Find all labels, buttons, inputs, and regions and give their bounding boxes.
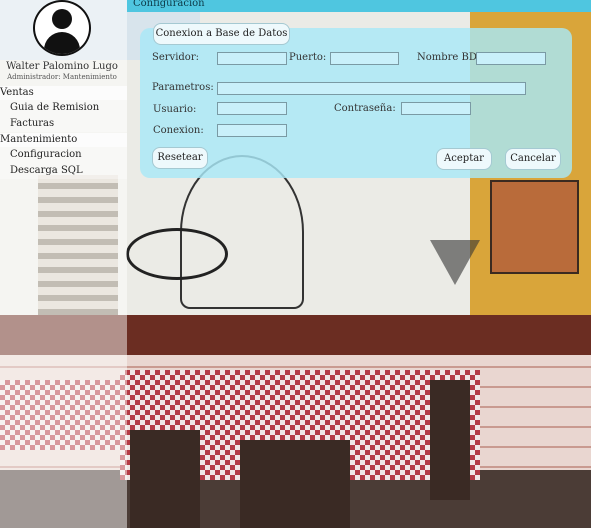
contrasena-label: Contraseña: <box>334 103 396 114</box>
cancel-button[interactable]: Cancelar <box>505 148 561 170</box>
page-title: Configuracion <box>133 0 205 9</box>
pizza-poster <box>490 180 579 274</box>
puerto-label: Puerto: <box>289 52 327 63</box>
nombre-bd-input[interactable] <box>476 52 546 65</box>
servidor-input[interactable] <box>217 52 287 65</box>
parametros-input[interactable] <box>217 82 526 95</box>
conexion-label: Conexion: <box>153 125 204 136</box>
reset-button[interactable]: Resetear <box>152 147 208 169</box>
user-role: Administrador: Mantenimiento <box>7 73 117 81</box>
servidor-label: Servidor: <box>152 52 199 63</box>
contrasena-input[interactable] <box>401 102 471 115</box>
conexion-input[interactable] <box>217 124 287 137</box>
pizza-slice-mural <box>430 240 480 285</box>
user-avatar-icon <box>33 0 91 56</box>
sidebar-item-guia-de-remision[interactable]: Guia de Remision <box>0 100 127 116</box>
chair <box>240 440 350 528</box>
config-panel: Conexion a Base de Datos Servidor: Puert… <box>140 23 572 178</box>
sidebar: Walter Palomino Lugo Administrador: Mant… <box>0 0 127 528</box>
database-connection-button[interactable]: Conexion a Base de Datos <box>153 23 290 45</box>
menu-group-mantenimiento: Mantenimiento Configuracion Descarga SQL <box>0 133 127 179</box>
sidebar-item-descarga-sql[interactable]: Descarga SQL <box>0 163 127 179</box>
pizza-mural <box>126 228 228 280</box>
parametros-label: Parametros: <box>152 82 214 93</box>
menu-group-ventas: Ventas Guia de Remision Facturas <box>0 86 127 132</box>
usuario-label: Usuario: <box>153 104 197 115</box>
nombre-bd-label: Nombre BD: <box>417 52 481 63</box>
puerto-input[interactable] <box>330 52 399 65</box>
menu-group-title: Ventas <box>0 86 127 100</box>
user-name: Walter Palomino Lugo <box>6 61 118 72</box>
usuario-input[interactable] <box>217 102 287 115</box>
menu-group-title: Mantenimiento <box>0 133 127 147</box>
chair <box>430 380 470 500</box>
chair <box>130 430 200 528</box>
sidebar-item-configuracion[interactable]: Configuracion <box>0 147 127 163</box>
accept-button[interactable]: Aceptar <box>436 148 492 170</box>
sidebar-item-facturas[interactable]: Facturas <box>0 116 127 132</box>
header-bar: Configuracion <box>127 0 591 12</box>
